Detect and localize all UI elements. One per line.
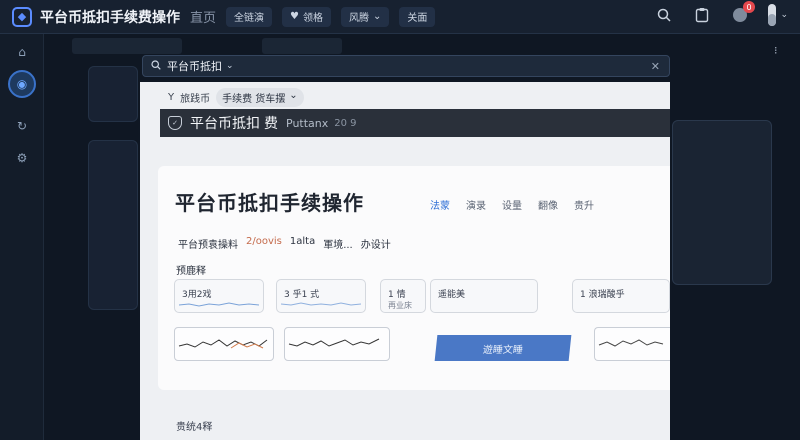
chevron-down-icon[interactable]: ⌄ <box>226 61 234 71</box>
tab-bar: 法蒙 演录 设量 翻像 贵升 <box>430 197 594 212</box>
clipboard-icon[interactable] <box>692 5 712 25</box>
meta-item: 办设计 <box>360 240 391 251</box>
background-card <box>88 140 138 310</box>
meta-item: 1alta <box>289 236 316 247</box>
primary-action-button[interactable]: 遊睡文睡 <box>434 335 572 361</box>
heart-icon: ♥ <box>290 11 299 22</box>
tab-5[interactable]: 贵升 <box>574 197 594 212</box>
background-tab <box>262 38 342 54</box>
chevron-down-icon: ⌄ <box>289 90 298 101</box>
tab-4[interactable]: 翻像 <box>538 197 558 212</box>
section-label: 预鹿释 <box>176 266 206 277</box>
header-version: 20 9 <box>334 117 357 129</box>
chevron-down-icon: ⌄ <box>780 10 788 20</box>
app-logo-icon[interactable]: ◆ <box>12 6 32 27</box>
history-icon[interactable]: ↻ <box>12 116 32 136</box>
mini-card[interactable]: 3用2戏 <box>174 279 264 313</box>
search-icon[interactable] <box>654 5 674 25</box>
content-card: 平台币抵扣手续操作 法蒙 演录 设量 翻像 贵升 平台预袁操料 2/oovis … <box>158 166 670 390</box>
header-bar: ✓ 平台币抵扣 费 Puttanx 20 9 <box>160 109 670 137</box>
search-input[interactable]: 平台币抵扣 ⌄ ✕ <box>142 55 670 77</box>
drag-handle-icon[interactable]: ⁝ <box>774 44 778 57</box>
nav-item-2[interactable]: ♥ 领格 <box>282 6 331 27</box>
tab-2[interactable]: 演录 <box>466 197 486 212</box>
chevron-down-icon: ⌄ <box>372 11 382 22</box>
meta-item: 2/oovis <box>246 236 282 247</box>
shield-icon: ✓ <box>168 116 182 130</box>
avatar <box>768 4 777 26</box>
nav-item-3[interactable]: 风腾 ⌄ <box>340 6 390 27</box>
page-title: 平台币抵扣手续操作 <box>175 191 364 215</box>
search-icon <box>151 59 161 73</box>
top-actions: 0 ⌄ <box>654 1 788 26</box>
notification-badge: 0 <box>743 1 755 13</box>
mini-card[interactable]: 3 乎1 式 <box>276 279 366 313</box>
mini-card[interactable]: 遥能美 <box>430 279 538 313</box>
meta-row: 平台预袁操料 2/oovis 1alta 軍境... 办设计 <box>178 236 391 251</box>
app-title: 平台币抵扣手续费操作 <box>40 9 180 26</box>
sparkline-card[interactable] <box>284 327 390 361</box>
mini-card[interactable]: 1 情 再业床 <box>380 279 426 313</box>
breadcrumb-root[interactable]: 旅践币 <box>180 90 210 105</box>
main-panel: Y 旅践币 手续费 货车摆 ⌄ ✓ 平台币抵扣 费 Puttanx 20 9 平台… <box>140 82 670 440</box>
mini-card[interactable]: 1 浪瑞酸乎 <box>572 279 670 313</box>
nav-item-4[interactable]: 关面 <box>399 6 436 27</box>
header-title: 平台币抵扣 <box>190 116 260 132</box>
top-bar: ◆ 平台币抵扣手续费操作 直页 全链演 ♥ 领格 风腾 ⌄ 关面 0 ⌄ <box>0 0 800 34</box>
filter-icon: Y <box>168 92 175 103</box>
background-card <box>672 120 772 285</box>
app-subtitle[interactable]: 直页 <box>190 7 216 26</box>
meta-item: 軍境... <box>323 240 353 251</box>
tab-1[interactable]: 法蒙 <box>430 197 450 212</box>
close-icon[interactable]: ✕ <box>651 60 660 73</box>
sparkline-card[interactable] <box>174 327 274 361</box>
header-subtitle: Puttanx <box>286 116 329 130</box>
home-icon[interactable]: ⌂ <box>12 42 32 62</box>
meta-item: 平台预袁操料 <box>178 240 238 251</box>
sparkline-card[interactable] <box>594 327 670 361</box>
breadcrumb-chip[interactable]: 手续费 货车摆 ⌄ <box>216 88 304 107</box>
search-value: 平台币抵扣 <box>167 60 222 73</box>
background-card <box>88 66 138 122</box>
user-menu[interactable]: ⌄ <box>768 4 788 26</box>
shield-icon[interactable]: ◉ <box>8 70 36 98</box>
tab-3[interactable]: 设量 <box>502 197 522 212</box>
nav-item-1[interactable]: 全链演 <box>226 6 273 27</box>
left-rail: ⌂ ◉ ↻ ⚙ <box>0 34 44 440</box>
header-title-suffix: 费 <box>264 116 278 132</box>
footer-label: 贵统4释 <box>176 422 213 433</box>
settings-icon[interactable]: ⚙ <box>12 148 32 168</box>
notification-icon[interactable]: 0 <box>730 1 755 25</box>
breadcrumb: Y 旅践币 手续费 货车摆 ⌄ <box>168 88 304 107</box>
background-tab <box>72 38 182 54</box>
